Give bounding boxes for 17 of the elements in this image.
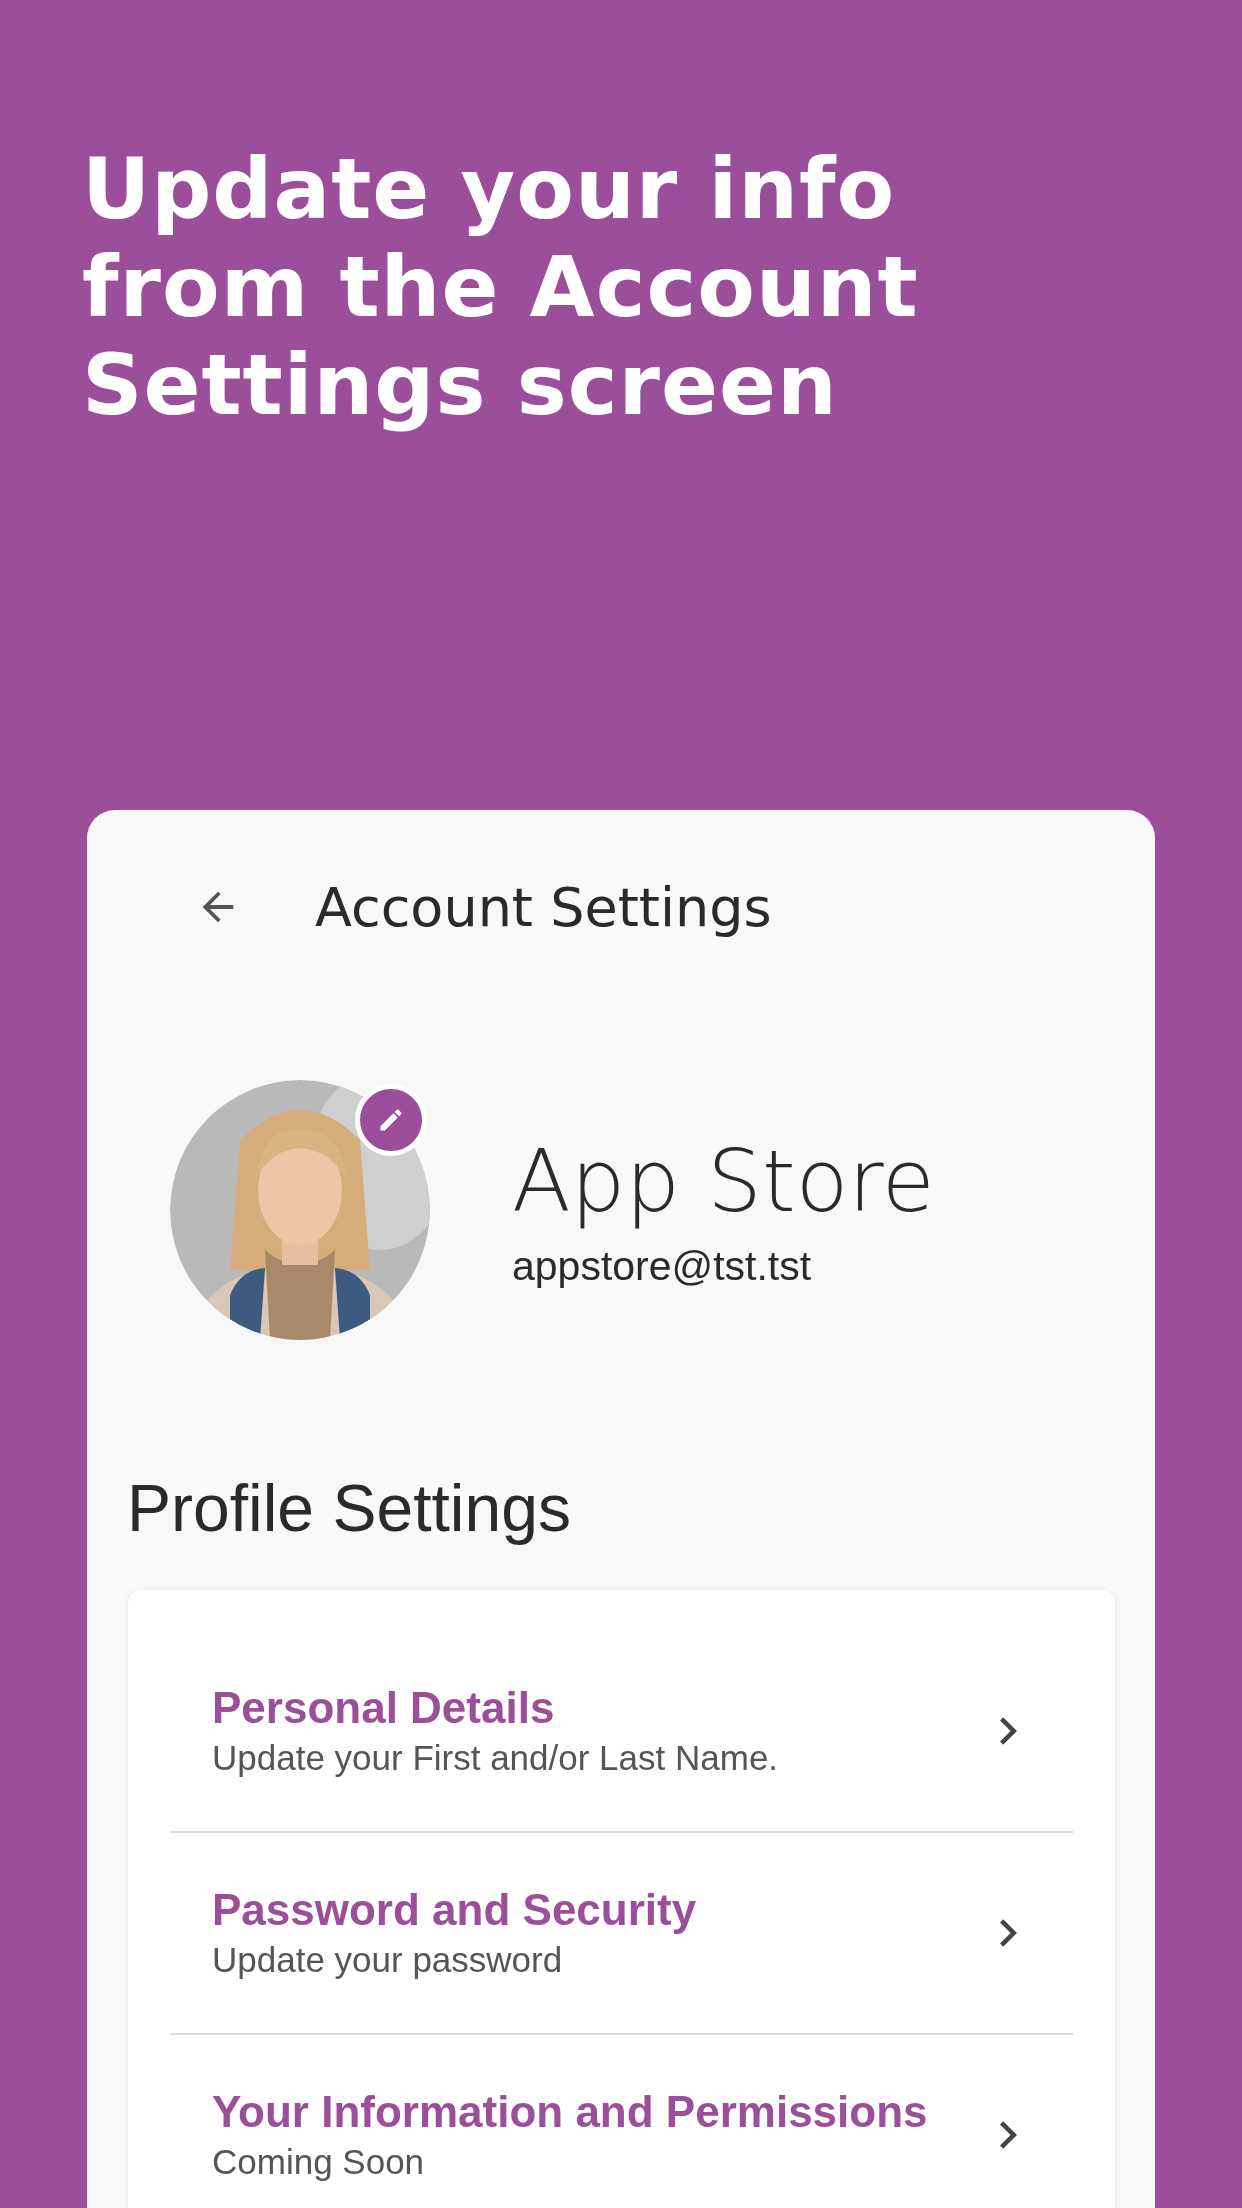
chevron-icon	[1000, 1717, 1017, 1745]
chevron-icon	[1000, 1919, 1017, 1947]
item-subtitle: Coming Soon	[212, 2141, 426, 2183]
item-title: Personal Details	[212, 1682, 556, 1734]
settings-item[interactable]: Password and Security Update your password	[170, 1833, 1073, 2035]
item-subtitle: Update your First and/or Last Name.	[212, 1737, 780, 1779]
headline: Update your info from the Account Settings screen	[82, 140, 920, 434]
settings-item[interactable]: Your Information and Permissions Coming Soon	[170, 2035, 1073, 2208]
settings-item[interactable]: Personal Details Update your First and/or Last Name.	[170, 1631, 1073, 1833]
chevron-icon	[1000, 2121, 1017, 2149]
screen-title: Account Settings	[315, 875, 772, 939]
profile-name: App Store	[512, 1130, 935, 1231]
item-subtitle: Update your password	[212, 1939, 564, 1981]
item-title: Your Information and Permissions	[212, 2086, 929, 2138]
profile-email: appstore@tst.tst	[512, 1242, 813, 1290]
section-title: Profile Settings	[127, 1470, 572, 1546]
item-title: Password and Security	[212, 1884, 698, 1936]
